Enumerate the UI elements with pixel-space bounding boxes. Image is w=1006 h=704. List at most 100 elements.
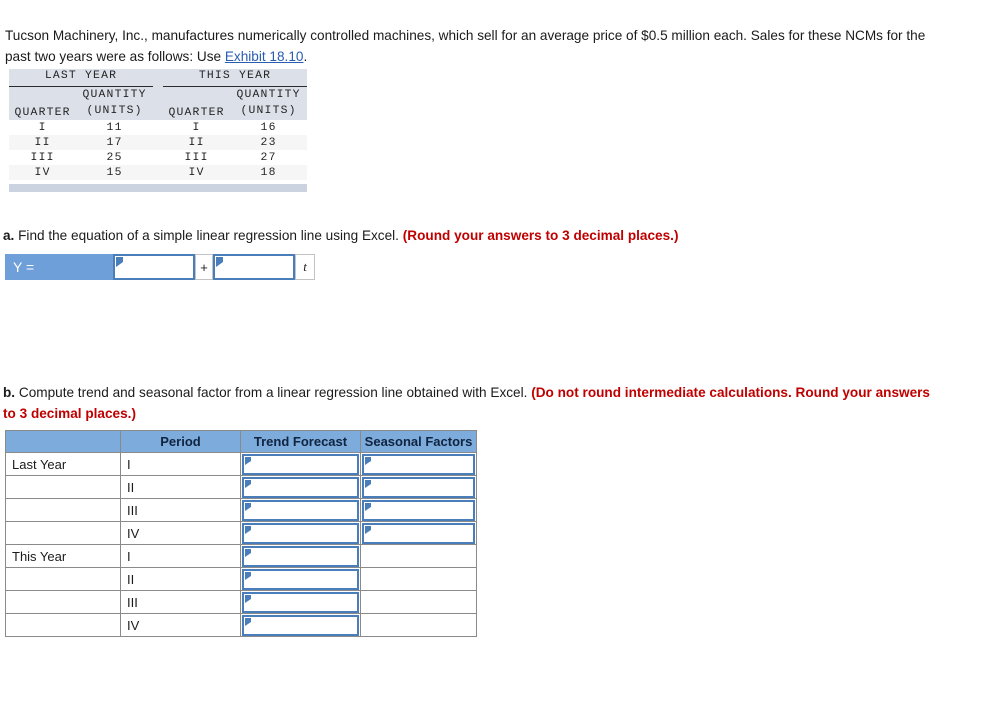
cell-trend-forecast — [240, 521, 361, 545]
cell-seasonal-factor — [360, 452, 477, 476]
header-trend-forecast: Trend Forecast — [240, 430, 361, 453]
cell-period: IV — [120, 521, 241, 545]
table-row: II — [5, 475, 477, 499]
group-header-this-year-rule — [162, 86, 307, 87]
table-row: IV 15 IV 18 — [9, 165, 307, 180]
cell-seasonal-factor-empty — [360, 544, 477, 568]
table-row: Last Year I — [5, 452, 477, 476]
cell-this-quantity: 23 — [230, 135, 307, 150]
col-head-last-quantity-units: (UNITS) — [76, 104, 153, 120]
cell-this-quarter: III — [162, 150, 231, 165]
trend-forecast-input[interactable] — [242, 499, 359, 521]
cell-year — [5, 521, 121, 545]
cell-spacer — [152, 135, 163, 150]
question-b-text: Compute trend and seasonal factor from a… — [15, 384, 532, 400]
trend-forecast-input[interactable] — [242, 522, 359, 544]
cell-last-quarter: IV — [9, 165, 77, 180]
cell-trend-forecast — [240, 613, 361, 637]
seasonal-factor-input[interactable] — [362, 453, 475, 475]
col-head-this-quarter: QUARTER — [162, 104, 231, 120]
cell-last-quarter: III — [9, 150, 77, 165]
cell-seasonal-factor-empty — [360, 567, 477, 591]
cell-this-quarter: IV — [162, 165, 231, 180]
header-year — [5, 430, 121, 453]
table-row: IV — [5, 521, 477, 545]
cell-last-quarter: I — [9, 120, 77, 135]
col-head-last-quarter: QUARTER — [9, 104, 77, 120]
cell-this-quarter: II — [162, 135, 231, 150]
sales-column-header-row-top: QUANTITY QUANTITY — [9, 88, 307, 104]
col-head-last-quarter-top — [9, 88, 77, 104]
trend-forecast-input[interactable] — [242, 476, 359, 498]
trend-forecast-input[interactable] — [242, 591, 359, 613]
cell-last-quantity: 11 — [76, 120, 153, 135]
question-a-label: a. — [3, 227, 15, 243]
cell-period: II — [120, 567, 241, 591]
problem-statement-text-before-link: Tucson Machinery, Inc., manufactures num… — [5, 27, 926, 64]
group-header-last-year: LAST YEAR — [9, 69, 153, 88]
trend-seasonal-table: Period Trend Forecast Seasonal Factors L… — [5, 430, 477, 637]
question-a-text: Find the equation of a simple linear reg… — [14, 227, 403, 243]
cell-period: I — [120, 544, 241, 568]
cell-period: IV — [120, 613, 241, 637]
seasonal-factor-input[interactable] — [362, 499, 475, 521]
table-row: III — [5, 590, 477, 614]
exhibit-link[interactable]: Exhibit 18.10 — [225, 49, 304, 64]
group-header-spacer — [152, 69, 163, 88]
group-header-last-year-label: LAST YEAR — [44, 70, 118, 82]
cell-trend-forecast — [240, 475, 361, 499]
cell-year — [5, 567, 121, 591]
trend-forecast-input[interactable] — [242, 614, 359, 636]
trend-forecast-input[interactable] — [242, 453, 359, 475]
table-row: III — [5, 498, 477, 522]
seasonal-factor-input[interactable] — [362, 476, 475, 498]
cell-this-quantity: 16 — [230, 120, 307, 135]
seasonal-factor-input[interactable] — [362, 522, 475, 544]
cell-last-quantity: 15 — [76, 165, 153, 180]
trend-forecast-input[interactable] — [242, 568, 359, 590]
trend-forecast-input[interactable] — [242, 545, 359, 567]
sales-group-header-row: LAST YEAR THIS YEAR — [9, 69, 307, 88]
sales-column-header-row-bottom: QUARTER (UNITS) QUARTER (UNITS) — [9, 104, 307, 120]
group-header-last-year-rule — [9, 86, 153, 87]
cell-spacer — [152, 120, 163, 135]
cell-spacer — [152, 150, 163, 165]
cell-this-quantity: 27 — [230, 150, 307, 165]
table-row: This Year I — [5, 544, 477, 568]
cell-trend-forecast — [240, 567, 361, 591]
header-period: Period — [120, 430, 241, 453]
col-head-this-quantity-units: (UNITS) — [230, 104, 307, 120]
problem-page: Tucson Machinery, Inc., manufactures num… — [0, 0, 1006, 704]
table-row: III 25 III 27 — [9, 150, 307, 165]
cell-last-quantity: 17 — [76, 135, 153, 150]
cell-seasonal-factor — [360, 521, 477, 545]
equation-t-label: t — [295, 254, 315, 280]
header-seasonal-factors: Seasonal Factors — [360, 430, 477, 453]
table-row: II — [5, 567, 477, 591]
cell-period: III — [120, 590, 241, 614]
cell-seasonal-factor-empty — [360, 613, 477, 637]
col-head-this-quantity-top: QUANTITY — [230, 88, 307, 104]
cell-year — [5, 613, 121, 637]
sales-data-table: LAST YEAR THIS YEAR QUANTITY QUANTITY QU… — [9, 69, 307, 180]
cell-last-quarter: II — [9, 135, 77, 150]
cell-year — [5, 475, 121, 499]
cell-this-quarter: I — [162, 120, 231, 135]
regression-equation-row: Y = + t — [5, 254, 315, 280]
equation-plus-label: + — [195, 254, 213, 280]
cell-trend-forecast — [240, 544, 361, 568]
cell-trend-forecast — [240, 498, 361, 522]
question-a-note: (Round your answers to 3 decimal places.… — [402, 227, 679, 243]
question-b-label: b. — [3, 384, 16, 400]
cell-trend-forecast — [240, 452, 361, 476]
cell-period: III — [120, 498, 241, 522]
cell-spacer — [152, 165, 163, 180]
equation-y-label: Y = — [5, 254, 113, 280]
cell-seasonal-factor — [360, 475, 477, 499]
col-head-last-quantity-top: QUANTITY — [76, 88, 153, 104]
problem-statement: Tucson Machinery, Inc., manufactures num… — [5, 25, 945, 67]
sales-table-footer-bar — [9, 184, 307, 192]
intercept-input[interactable] — [113, 254, 195, 280]
slope-input[interactable] — [213, 254, 295, 280]
cell-last-quantity: 25 — [76, 150, 153, 165]
